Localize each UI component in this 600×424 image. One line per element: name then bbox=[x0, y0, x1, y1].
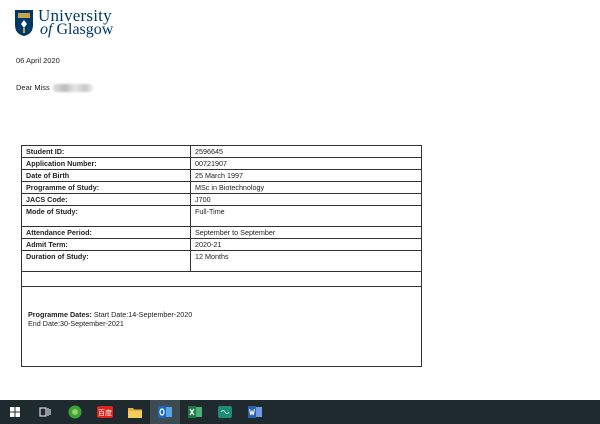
row-label: Mode of Study: bbox=[21, 205, 191, 227]
table-row: Date of Birth 25 March 1997 bbox=[21, 169, 422, 182]
programme-dates-box: Programme Dates: Start Date:14-September… bbox=[21, 271, 422, 367]
red-app-icon: 百度 bbox=[97, 406, 113, 418]
file-explorer-button[interactable] bbox=[120, 400, 150, 424]
programme-dates: Programme Dates: Start Date:14-September… bbox=[28, 310, 192, 328]
row-value: 00721907 bbox=[190, 157, 422, 170]
university-logo: University of Glasgow bbox=[14, 7, 114, 41]
row-label: Student ID: bbox=[21, 145, 191, 158]
row-value: J700 bbox=[190, 193, 422, 206]
row-value: 2020-21 bbox=[190, 238, 422, 251]
letter-date: 06 April 2020 bbox=[16, 56, 60, 65]
greeting-text: Dear Miss bbox=[16, 83, 50, 92]
word-icon bbox=[248, 406, 262, 418]
table-row: Student ID: 2596645 bbox=[21, 145, 422, 158]
row-value: MSc in Biotechnology bbox=[190, 181, 422, 194]
row-value: Full-Time bbox=[190, 205, 422, 227]
row-value: September to September bbox=[190, 226, 422, 239]
table-row: Admit Term: 2020-21 bbox=[21, 238, 422, 251]
green-app-icon bbox=[68, 405, 82, 419]
row-label: Application Number: bbox=[21, 157, 191, 170]
word-button[interactable] bbox=[240, 400, 270, 424]
teal-app-button[interactable] bbox=[210, 400, 240, 424]
table-row: Programme of Study: MSc in Biotechnology bbox=[21, 181, 422, 194]
table-row: JACS Code: J700 bbox=[21, 193, 422, 206]
logo-glasgow: Glasgow bbox=[56, 21, 114, 38]
redacted-name bbox=[52, 83, 93, 92]
start-button[interactable] bbox=[0, 400, 30, 424]
row-label: Duration of Study: bbox=[21, 250, 191, 272]
document-page: University of Glasgow 06 April 2020 Dear… bbox=[0, 0, 600, 400]
row-label: Programme of Study: bbox=[21, 181, 191, 194]
windows-start-icon bbox=[10, 407, 20, 417]
row-value: 12 Months bbox=[190, 250, 422, 272]
green-app-button[interactable] bbox=[60, 400, 90, 424]
divider bbox=[22, 286, 421, 287]
logo-of: of bbox=[40, 21, 53, 38]
letter-greeting: Dear Miss bbox=[16, 83, 93, 92]
university-crest-icon bbox=[15, 10, 33, 36]
task-view-button[interactable] bbox=[30, 400, 60, 424]
windows-taskbar: 百度 bbox=[0, 400, 600, 424]
programme-dates-label: Programme Dates: bbox=[28, 310, 92, 319]
logo-line-glasgow: of Glasgow bbox=[38, 21, 114, 38]
table-row: Application Number: 00721907 bbox=[21, 157, 422, 170]
excel-icon bbox=[188, 406, 202, 418]
outlook-icon bbox=[158, 406, 172, 418]
student-details-table: Student ID: 2596645 Application Number: 00… bbox=[21, 145, 422, 272]
row-label: JACS Code: bbox=[21, 193, 191, 206]
red-app-label: 百度 bbox=[98, 408, 112, 417]
table-row: Mode of Study: Full-Time bbox=[21, 205, 422, 227]
end-date: End Date:30-September-2021 bbox=[28, 319, 124, 328]
row-label: Date of Birth bbox=[21, 169, 191, 182]
row-label: Attendance Period: bbox=[21, 226, 191, 239]
row-value: 2596645 bbox=[190, 145, 422, 158]
table-row: Duration of Study: 12 Months bbox=[21, 250, 422, 272]
excel-button[interactable] bbox=[180, 400, 210, 424]
table-row: Attendance Period: September to September bbox=[21, 226, 422, 239]
file-explorer-icon bbox=[128, 408, 142, 418]
row-label: Admit Term: bbox=[21, 238, 191, 251]
row-value: 25 March 1997 bbox=[190, 169, 422, 182]
teal-app-icon bbox=[218, 406, 232, 418]
task-view-icon bbox=[39, 407, 51, 417]
red-app-button[interactable]: 百度 bbox=[90, 400, 120, 424]
start-date: Start Date:14-September-2020 bbox=[93, 310, 193, 319]
outlook-button[interactable] bbox=[150, 400, 180, 424]
